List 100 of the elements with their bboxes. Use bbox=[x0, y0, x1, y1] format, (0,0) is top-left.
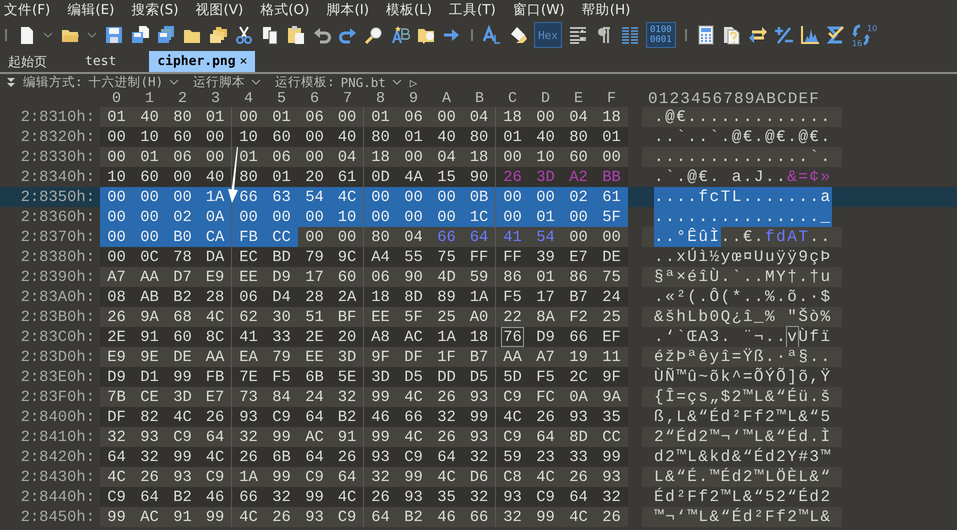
hex-byte: 3D bbox=[535, 167, 556, 187]
ascii-text: ..............`. bbox=[654, 147, 832, 167]
hex-byte: FB bbox=[232, 227, 265, 247]
copy-icon[interactable] bbox=[260, 25, 280, 45]
hex-byte: 01 bbox=[529, 207, 562, 227]
hex-byte: 68 bbox=[172, 307, 193, 327]
menu-item[interactable]: 格式(O) bbox=[260, 1, 310, 19]
hex-byte: 19 bbox=[568, 347, 589, 367]
run-script-dropdown[interactable]: 运行脚本 bbox=[193, 74, 246, 90]
menu-item[interactable]: 工具(T) bbox=[449, 1, 496, 19]
hex-byte: 9A bbox=[139, 307, 160, 327]
file-tab[interactable]: cipher.png × bbox=[149, 51, 256, 72]
chevron-down-icon[interactable] bbox=[169, 78, 180, 86]
menu-item[interactable]: 模板(L) bbox=[386, 1, 432, 19]
hex-byte: 4C bbox=[535, 467, 556, 487]
save-as-icon[interactable] bbox=[130, 25, 150, 45]
chevron-down-icon[interactable] bbox=[251, 78, 262, 86]
checksum-icon[interactable] bbox=[826, 25, 846, 45]
file-tab[interactable]: test bbox=[77, 51, 124, 72]
ascii-text: {Î=çs„$2™L&“Éü.š bbox=[654, 387, 832, 407]
hex-byte: F5 bbox=[535, 367, 556, 387]
plus-minus-icon[interactable] bbox=[774, 25, 794, 45]
menu-item[interactable]: 文件(F) bbox=[4, 1, 50, 19]
hex-byte: 32 bbox=[271, 487, 292, 507]
hex-byte: EA bbox=[238, 347, 259, 367]
save-all-icon[interactable] bbox=[156, 25, 176, 45]
file-question-icon[interactable] bbox=[722, 25, 742, 45]
file-tab[interactable]: 起始页 bbox=[0, 51, 55, 72]
undo-icon[interactable] bbox=[312, 25, 332, 45]
edit-mode-dropdown[interactable]: 十六进制(H) bbox=[88, 74, 164, 90]
hex-byte: F5 bbox=[271, 367, 292, 387]
hex-byte: 91 bbox=[172, 507, 193, 527]
binary-toggle[interactable]: 0100 0001 bbox=[646, 22, 676, 48]
hex-byte: 0C bbox=[139, 247, 160, 267]
menu-item[interactable]: 编辑(E) bbox=[67, 1, 114, 19]
find-replace-icon[interactable] bbox=[390, 25, 410, 45]
redo-icon[interactable] bbox=[338, 25, 358, 45]
ascii-text: .‘`ŒA3. ¨¬.. bbox=[654, 327, 788, 347]
ascii-text: ....fcTL.......a bbox=[654, 187, 832, 207]
hex-byte: 00 bbox=[133, 207, 166, 227]
menu-item[interactable]: 脚本(I) bbox=[326, 1, 369, 19]
highlighter-icon[interactable] bbox=[508, 25, 528, 45]
hex-byte: 26 bbox=[535, 407, 556, 427]
hex-byte: 26 bbox=[436, 387, 457, 407]
hex-byte: 18 bbox=[370, 147, 391, 167]
columns-icon[interactable] bbox=[620, 25, 640, 45]
hex-byte: 60 bbox=[568, 147, 589, 167]
chevron-down-icon[interactable] bbox=[392, 78, 402, 86]
save-icon[interactable] bbox=[104, 25, 124, 45]
hex-byte: AA bbox=[502, 347, 523, 367]
hex-byte: 00 bbox=[397, 207, 430, 227]
hex-byte: 75 bbox=[436, 247, 457, 267]
scissors-icon[interactable] bbox=[234, 25, 254, 45]
menu-item[interactable]: 帮助(H) bbox=[582, 1, 630, 19]
template-dropdown[interactable]: PNG.bt bbox=[340, 74, 386, 90]
calculator-icon[interactable] bbox=[696, 25, 716, 45]
paste-icon[interactable] bbox=[286, 25, 306, 45]
hex-byte: 06 bbox=[238, 287, 259, 307]
font-icon[interactable] bbox=[482, 25, 502, 45]
hex-byte: 64 bbox=[304, 447, 325, 467]
swap-icon[interactable] bbox=[748, 25, 768, 45]
hex-byte: 93 bbox=[601, 467, 622, 487]
hex-byte: A2 bbox=[568, 167, 589, 187]
hex-byte: 18 bbox=[370, 287, 391, 307]
search-icon[interactable] bbox=[364, 25, 384, 45]
hex-byte: 01 bbox=[601, 127, 622, 147]
hex-byte: 59 bbox=[502, 447, 523, 467]
menu-item[interactable]: 搜索(S) bbox=[131, 1, 178, 19]
hex-byte: 40 bbox=[139, 107, 160, 127]
hex-byte: D5 bbox=[403, 367, 424, 387]
hex-byte: 99 bbox=[271, 467, 292, 487]
hex-byte: 99 bbox=[172, 367, 193, 387]
menu-item[interactable]: 窗口(W) bbox=[512, 1, 565, 19]
hex-byte: 64 bbox=[535, 427, 556, 447]
ascii-text: ß‚L&“Éd²Ff2™L&“5 bbox=[654, 407, 832, 427]
hex-byte: 73 bbox=[238, 387, 259, 407]
hex-byte: 80 bbox=[370, 127, 391, 147]
column-header: 4 bbox=[242, 90, 254, 107]
menu-item[interactable]: 视图(V) bbox=[196, 1, 244, 19]
hex-byte: 93 bbox=[139, 427, 160, 447]
histogram-icon[interactable] bbox=[800, 25, 820, 45]
hex-byte: D9 bbox=[106, 367, 127, 387]
address-label: 2:8340h: bbox=[20, 167, 96, 187]
hex-byte: 25 bbox=[436, 307, 457, 327]
hex-byte: D9 bbox=[271, 267, 292, 287]
hex-byte: 30 bbox=[271, 307, 292, 327]
run-button[interactable]: ▷ bbox=[410, 74, 418, 90]
collapse-icon[interactable] bbox=[5, 76, 17, 88]
folders-icon[interactable] bbox=[208, 25, 228, 45]
address-label: 2:8450h: bbox=[20, 507, 96, 527]
hex-byte: 00 bbox=[265, 207, 298, 227]
hex-byte: A4 bbox=[370, 247, 391, 267]
hex-byte: 06 bbox=[403, 107, 424, 127]
text-wrap-icon[interactable] bbox=[568, 25, 588, 45]
hex-byte: 66 bbox=[232, 187, 265, 207]
hex-byte: 04 bbox=[568, 107, 589, 127]
close-icon[interactable]: × bbox=[240, 54, 248, 69]
hex-byte: 8A bbox=[535, 307, 556, 327]
hex-byte: 32 bbox=[436, 407, 457, 427]
hex-byte: B2 bbox=[403, 507, 424, 527]
